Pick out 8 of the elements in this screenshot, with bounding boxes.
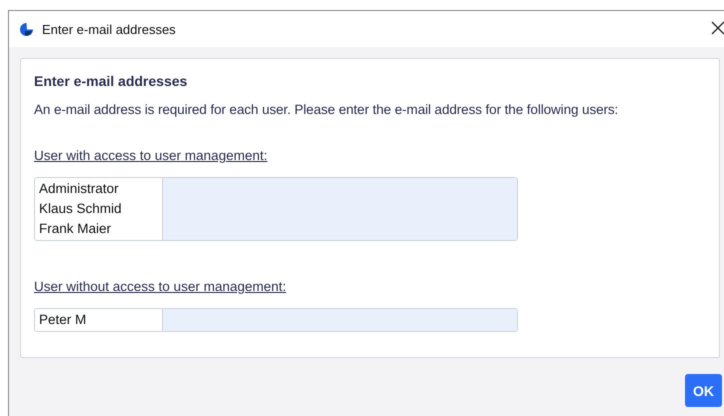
intro-text: An e-mail address is required for each user. Please enter the e-mail address for the following users: bbox=[34, 102, 620, 117]
group-heading: User with access to user management: bbox=[34, 148, 268, 163]
close-icon[interactable] bbox=[710, 20, 724, 36]
app-logo-icon bbox=[19, 22, 34, 36]
window-title: Enter e-mail addresses bbox=[42, 22, 176, 36]
card-heading: Enter e-mail addresses bbox=[34, 73, 188, 89]
group-heading: User without access to user management: bbox=[34, 279, 286, 294]
ok-button[interactable]: OK bbox=[685, 374, 722, 407]
